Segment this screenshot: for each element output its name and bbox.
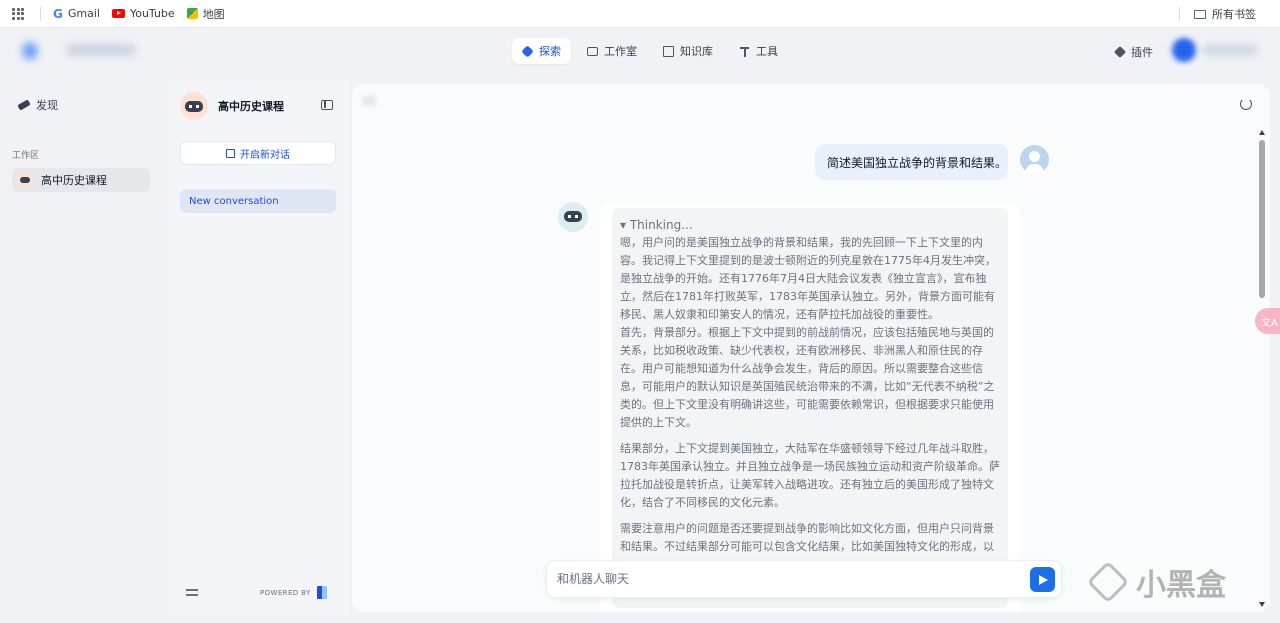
bookmark-gmail[interactable]: G Gmail bbox=[53, 7, 100, 21]
user-avatar bbox=[1020, 145, 1049, 174]
bookmarks-bar: G Gmail YouTube 地图 所有书签 bbox=[0, 0, 1280, 28]
refresh-icon[interactable] bbox=[1240, 98, 1252, 110]
new-chat-label: 开启新对话 bbox=[240, 149, 290, 161]
user-message-text: 简述美国独立战争的背景和结果。 bbox=[827, 155, 1008, 170]
book-icon bbox=[663, 45, 674, 57]
edit-icon bbox=[226, 148, 235, 158]
nav-studio-label: 工作室 bbox=[604, 45, 637, 58]
bookmark-label: Gmail bbox=[67, 7, 100, 20]
nav-studio[interactable]: 工作室 bbox=[577, 38, 647, 64]
bot-avatar-icon bbox=[180, 92, 208, 120]
account-avatar[interactable] bbox=[1172, 38, 1196, 62]
bot-message-avatar bbox=[558, 202, 588, 232]
conversation-item-label: New conversation bbox=[189, 195, 279, 207]
powered-by: POWERED BY bbox=[260, 586, 327, 599]
sidebar-item-discover[interactable]: 发现 bbox=[17, 97, 58, 113]
powered-by-label: POWERED BY bbox=[260, 588, 311, 597]
thinking-toggle[interactable]: ▾ Thinking... bbox=[620, 216, 1000, 234]
thinking-paragraph: 结果部分，上下文提到美国独立，大陆军在华盛顿领导下经过几年战斗取胜，1783年英… bbox=[620, 442, 1000, 509]
app-logo[interactable] bbox=[22, 42, 38, 60]
apps-grid-icon[interactable] bbox=[12, 7, 24, 20]
bookmark-maps[interactable]: 地图 bbox=[186, 6, 225, 22]
cube-icon bbox=[1113, 45, 1127, 59]
scroll-down-arrow-icon[interactable] bbox=[1259, 602, 1265, 607]
maps-icon bbox=[186, 8, 198, 19]
account-name-blurred[interactable] bbox=[1202, 45, 1258, 55]
app-title: 高中历史课程 bbox=[218, 100, 284, 113]
telescope-icon bbox=[17, 99, 31, 111]
left-sidebar: 发现 工作区 高中历史课程 bbox=[0, 80, 160, 620]
brand-logo-icon bbox=[316, 586, 327, 599]
bookmark-label: YouTube bbox=[129, 7, 175, 20]
conversation-item[interactable]: New conversation bbox=[180, 189, 336, 213]
chat-main: 简述美国独立战争的背景和结果。 ▾ Thinking... 嗯，用户问的是美国独… bbox=[352, 84, 1270, 612]
sidebar-discover-label: 发现 bbox=[36, 99, 58, 112]
chat-input-bar bbox=[546, 560, 1062, 598]
settings-sliders-icon[interactable] bbox=[186, 587, 198, 597]
nav-tools-label: 工具 bbox=[756, 45, 778, 58]
nav-explore[interactable]: 探索 bbox=[512, 38, 571, 64]
sidebar-item-history-course[interactable]: 高中历史课程 bbox=[12, 168, 150, 192]
watermark-logo-icon bbox=[1086, 560, 1130, 604]
bot-message: ▾ Thinking... 嗯，用户问的是美国独立战争的背景和结果，我的先回顾一… bbox=[600, 202, 1020, 612]
bookmarks-separator bbox=[40, 6, 41, 21]
scrollbar[interactable] bbox=[1257, 128, 1267, 612]
main-nav: 探索 工作室 知识库 工具 bbox=[512, 38, 788, 64]
bot-icon bbox=[17, 172, 33, 188]
thinking-block: ▾ Thinking... 嗯，用户问的是美国独立战争的背景和结果，我的先回顾一… bbox=[612, 208, 1008, 608]
watermark: 小黑盒 bbox=[1086, 560, 1226, 604]
app-title-row: 高中历史课程 bbox=[180, 92, 284, 120]
app-header: 探索 工作室 知识库 工具 插件 bbox=[0, 28, 1280, 74]
watermark-text: 小黑盒 bbox=[1136, 568, 1226, 603]
translate-icon: 文A bbox=[1261, 317, 1278, 329]
all-bookmarks-label: 所有书签 bbox=[1212, 8, 1256, 21]
gmail-icon: G bbox=[53, 6, 63, 21]
collapse-sidebar-icon[interactable] bbox=[321, 100, 333, 110]
conversation-panel: 高中历史课程 开启新对话 New conversation POWERED BY bbox=[168, 80, 350, 616]
all-bookmarks[interactable]: 所有书签 bbox=[1179, 0, 1256, 28]
thinking-paragraph: 需要注意用户的问题是否还要提到战争的影响比如文化方面，但用户只问背景和结果。不过… bbox=[620, 522, 994, 553]
plugins-button[interactable]: 插件 bbox=[1113, 44, 1153, 60]
nav-tools[interactable]: 工具 bbox=[729, 38, 788, 64]
folder-icon bbox=[1194, 9, 1206, 19]
thinking-paragraph: 嗯，用户问的是美国独立战争的背景和结果，我的先回顾一下上下文里的内容。我记得上下… bbox=[620, 236, 996, 321]
sidebar-item-label: 高中历史课程 bbox=[41, 174, 107, 187]
thinking-paragraph: 首先，背景部分。根据上下文中提到的前战前情况，应该包括殖民地与英国的关系，比如税… bbox=[620, 326, 995, 429]
workspace-section-label: 工作区 bbox=[12, 151, 40, 161]
youtube-icon bbox=[111, 9, 125, 18]
compass-icon bbox=[521, 44, 534, 58]
scrollbar-thumb[interactable] bbox=[1259, 140, 1265, 298]
workspace-name-blurred[interactable] bbox=[66, 44, 136, 56]
translate-widget[interactable]: 文A bbox=[1255, 308, 1280, 334]
new-chat-button[interactable]: 开启新对话 bbox=[180, 141, 336, 165]
send-button[interactable] bbox=[1030, 567, 1055, 592]
chat-input[interactable] bbox=[557, 572, 1017, 586]
nav-knowledge-label: 知识库 bbox=[680, 45, 713, 58]
nav-explore-label: 探索 bbox=[539, 45, 561, 58]
user-message: 简述美国独立战争的背景和结果。 bbox=[815, 144, 1008, 180]
scroll-up-arrow-icon[interactable] bbox=[1259, 130, 1265, 135]
nav-knowledge[interactable]: 知识库 bbox=[653, 38, 723, 64]
bookmark-label: 地图 bbox=[202, 7, 225, 21]
hammer-icon bbox=[739, 46, 750, 57]
chat-header-blurred bbox=[362, 96, 376, 106]
plugins-label: 插件 bbox=[1131, 46, 1153, 59]
bookmark-youtube[interactable]: YouTube bbox=[111, 7, 175, 20]
robot-icon bbox=[587, 46, 598, 56]
